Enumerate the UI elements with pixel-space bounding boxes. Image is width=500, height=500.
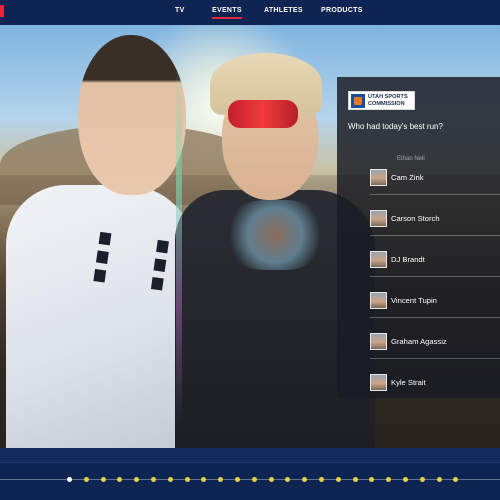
poll-question: Who had today's best run?	[348, 122, 443, 131]
timeline-marker[interactable]	[151, 477, 156, 482]
poll-option-dj-brandt[interactable]: DJ Brandt	[337, 243, 500, 277]
timeline-marker[interactable]	[285, 477, 291, 482]
poll-option-label: Kyle Strait	[391, 378, 426, 387]
poll-option-cam-zink[interactable]: Cam Zink	[337, 161, 500, 195]
timeline-marker[interactable]	[319, 477, 324, 482]
timeline-marker[interactable]	[403, 477, 408, 482]
option-divider	[370, 235, 500, 236]
timeline-marker[interactable]	[184, 477, 190, 482]
timeline-marker[interactable]	[251, 477, 257, 482]
athlete-avatar	[370, 169, 387, 186]
nav-item-athletes[interactable]: ATHLETES	[264, 7, 303, 14]
poll-option-label: Cam Zink	[391, 173, 424, 182]
timeline-marker[interactable]	[386, 477, 392, 482]
rider-head	[78, 35, 186, 195]
poll-option-vincent-tupin[interactable]: Vincent Tupin	[337, 284, 500, 318]
nav-item-events[interactable]: EVENTS	[212, 7, 242, 19]
timeline-current-marker[interactable]	[67, 477, 72, 482]
option-divider	[370, 194, 500, 195]
poll-option-label: Vincent Tupin	[391, 296, 437, 305]
timeline-marker[interactable]	[436, 477, 442, 482]
poll-option-kyle-strait[interactable]: Kyle Strait	[337, 366, 500, 400]
timeline-marker[interactable]	[369, 477, 375, 482]
timeline-track[interactable]	[0, 479, 500, 480]
poll-option-label: Carson Storch	[391, 214, 440, 223]
athlete-avatar	[370, 333, 387, 350]
timeline-marker[interactable]	[100, 477, 106, 482]
poll-option-label: Graham Agassiz	[391, 337, 447, 346]
jersey-graphic: ⋮⋮	[65, 217, 191, 307]
timeline-marker[interactable]	[83, 477, 89, 482]
option-divider	[370, 317, 500, 318]
sponsor-logo-icon	[351, 94, 365, 108]
timeline-marker[interactable]	[352, 477, 358, 482]
option-divider	[370, 276, 500, 277]
brand-logo-mark[interactable]	[0, 5, 4, 17]
nav-item-products[interactable]: PRODUCTS	[321, 7, 363, 14]
timeline-header-strip	[0, 448, 500, 463]
poll-panel: UTAH SPORTS COMMISSION Who had today's b…	[337, 77, 500, 398]
option-divider	[370, 358, 500, 359]
top-navigation: TV EVENTS ATHLETES PRODUCTS	[0, 0, 500, 25]
timeline-marker[interactable]	[134, 477, 140, 482]
athlete-avatar	[370, 210, 387, 227]
athlete-avatar	[370, 251, 387, 268]
video-timeline[interactable]	[0, 448, 500, 500]
poll-option-graham-agassiz[interactable]: Graham Agassiz	[337, 325, 500, 359]
video-player[interactable]: ⋮⋮ UTAH SPORTS COMMISSION Who had today'…	[0, 25, 500, 448]
timeline-marker[interactable]	[117, 477, 123, 482]
timeline-marker[interactable]	[201, 477, 207, 482]
timeline-marker[interactable]	[167, 477, 173, 482]
timeline-marker[interactable]	[218, 477, 224, 482]
sponsor-logo: UTAH SPORTS COMMISSION	[348, 91, 415, 110]
timeline-marker[interactable]	[335, 477, 341, 482]
timeline-marker[interactable]	[302, 477, 308, 482]
shirt-graphic	[225, 200, 325, 270]
athlete-avatar	[370, 374, 387, 391]
sunglasses	[228, 100, 298, 128]
timeline-marker[interactable]	[419, 477, 425, 482]
event-player-page: TV EVENTS ATHLETES PRODUCTS ⋮⋮ UTAH SPOR…	[0, 0, 500, 500]
timeline-marker[interactable]	[235, 477, 240, 482]
poll-option-label: DJ Brandt	[391, 255, 425, 264]
timeline-marker[interactable]	[453, 477, 459, 482]
nav-item-tv[interactable]: TV	[175, 7, 185, 14]
poll-option-carson-storch[interactable]: Carson Storch	[337, 202, 500, 236]
timeline-marker[interactable]	[268, 477, 274, 482]
lens-flare	[176, 65, 182, 425]
sponsor-name: UTAH SPORTS COMMISSION	[368, 94, 408, 107]
athlete-avatar	[370, 292, 387, 309]
